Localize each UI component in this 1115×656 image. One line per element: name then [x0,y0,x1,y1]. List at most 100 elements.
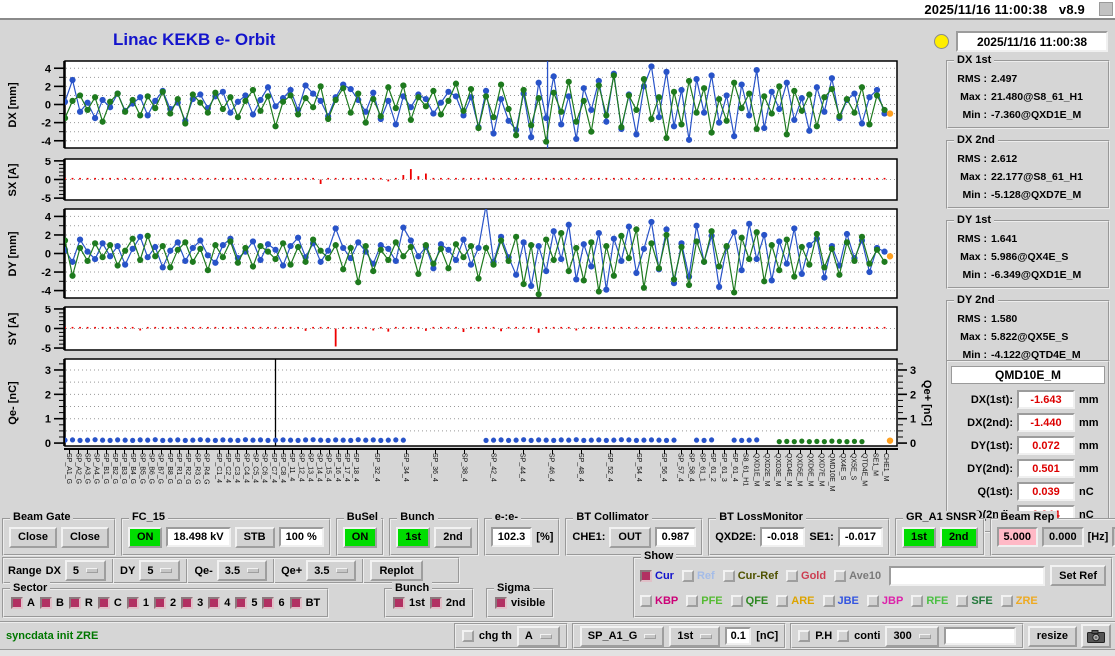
show-group: Show Cur Ref Cur-Ref Gold Ave10 Set Ref KBP PF… [633,550,1113,618]
status-message: syncdata init ZRE [6,630,99,642]
sigma-checkbox-visible[interactable] [495,597,507,609]
chg-th-dropdown[interactable]: A [516,625,560,647]
svg-text:-2: -2 [41,267,51,279]
bpm-label-sp-34-4: SP_34_4 [402,453,410,482]
stat-row: Min : -7.360@QXD1E_M [954,106,1103,124]
set-ref-input[interactable] [889,565,1046,586]
show-label-ref: Ref [696,569,715,582]
show-checkbox-sfe[interactable] [956,594,969,607]
bpm-label-sp-36-4: SP_36_4 [431,453,439,482]
stat-box-title: DX 1st [954,54,995,66]
fc-15-18-498-kv-field: 18.498 kV [166,527,231,547]
points-dropdown[interactable]: 300 [885,625,939,647]
busel-on-button[interactable]: ON [342,526,378,548]
checkbox-label: 2nd [445,597,466,609]
fc-15-on-button[interactable]: ON [127,526,163,548]
bunch-item-2nd: 2nd [429,597,466,609]
gr-a1-snsr-1st-button[interactable]: 1st [902,526,936,548]
sigma-group: Sigma visible [486,582,555,618]
show-item-ave10: Ave10 [834,569,881,582]
show-item-are: ARE [776,594,815,607]
show-checkbox-gold[interactable] [786,569,799,582]
svg-text:-4: -4 [41,136,52,148]
range-replot-button[interactable]: Replot [370,560,423,581]
sector-checkbox-c[interactable] [97,597,110,609]
sector-checkbox-b[interactable] [39,597,52,609]
chart-qe: 0 1 2 3 Qe- [nC] 0 1 2 3 Qe+ [nC] [7,358,932,448]
monitor-dropdown[interactable]: SP_A1_G [579,625,665,647]
bt-collimator-che1-label: CHE1: [572,531,606,543]
range-3-5-dropdown[interactable]: 3.5 [306,560,357,581]
ph-checkbox[interactable] [798,630,811,642]
camera-button[interactable] [1081,624,1111,648]
set-ref-button[interactable]: Set Ref [1050,565,1107,586]
bpm-label-sp-c3-4: SP_C3_4 [233,453,241,483]
range-5-dropdown[interactable]: 5 [139,560,181,581]
range-3-5-dropdown[interactable]: 3.5 [216,560,268,581]
show-checkbox-jbe[interactable] [822,594,835,607]
bunch-dropdown-value: 1st [677,630,694,642]
show-checkbox-are[interactable] [776,594,789,607]
sector-checkbox-5[interactable] [235,597,248,609]
show-row-1: Cur Ref Cur-Ref Gold Ave10 Set Ref [640,563,1107,588]
e-e-102-3-field: 102.3 [490,527,533,547]
sector-checkbox-4[interactable] [208,597,221,609]
bunch-2nd-button[interactable]: 2nd [434,526,472,548]
stat-label: Max : [960,91,987,103]
show-checkbox-cur-ref[interactable] [722,569,735,582]
resize-button[interactable]: resize [1027,625,1077,647]
bunch-checkbox-2nd[interactable] [429,597,442,609]
show-checkbox-pfe[interactable] [686,594,699,607]
show-checkbox-ave10[interactable] [834,569,847,582]
svg-text:5: 5 [45,158,51,168]
range-5-dropdown[interactable]: 5 [64,560,107,581]
bunch-checkbox-group: Bunch 1st 2nd [384,582,475,618]
sector-checkbox-3[interactable] [181,597,194,609]
svg-text:DY [mm]: DY [mm] [7,231,19,276]
gr-a1-snsr-group: GR_A1 SNSR 1st 2nd [895,511,985,556]
bpm-label-sp-c8-4: SP_C8_4 [278,453,286,483]
monitor-row: DX(1st): -1.643 mm [951,388,1105,411]
monitor-row-label: DY(1st): [970,439,1013,452]
show-checkbox-jbp[interactable] [866,594,879,607]
bt-collimator-out-button[interactable]: OUT [609,526,651,548]
beam-gate-close-button[interactable]: Close [9,526,57,548]
range-range-label: Range [8,564,42,577]
show-checkbox-zre[interactable] [1000,594,1013,607]
fc-15-stb-button[interactable]: STB [234,526,275,548]
chg-th-checkbox[interactable] [461,630,474,642]
beam-gate-close-button[interactable]: Close [60,526,109,548]
stat-value: 1.580 [991,313,1018,325]
show-checkbox-cur[interactable] [640,569,652,582]
dropdown-indicator-icon [539,633,552,639]
sector-checkbox-bt[interactable] [289,597,302,609]
sector-checkbox-2[interactable] [153,597,166,609]
show-checkbox-kbp[interactable] [640,594,652,607]
monitor-row-unit: mm [1079,393,1099,406]
bunch-dropdown[interactable]: 1st [669,625,721,647]
sector-checkbox-6[interactable] [262,597,275,609]
show-checkbox-qfe[interactable] [730,594,743,607]
show-label-cur-ref: Cur-Ref [737,569,779,582]
sector-checkbox-r[interactable] [68,597,81,609]
conti-checkbox[interactable] [837,630,850,642]
range-qe-label: Qe- [194,564,213,577]
svg-text:0: 0 [910,438,916,448]
show-checkbox-ref[interactable] [681,569,694,582]
bunch-1st-button[interactable]: 1st [396,526,431,548]
charge-threshold-input[interactable] [725,627,752,645]
bunch-checkbox-1st[interactable] [393,597,405,609]
show-row-2: KBP PFE QFE ARE JBE JBP RFE SFE ZRE [640,588,1106,613]
sector-checkbox-1[interactable] [126,597,139,609]
checkbox-label: 4 [224,597,231,609]
sector-checkbox-a[interactable] [11,597,23,609]
show-item-pfe: PFE [686,594,723,607]
chg-th-label: chg th [478,630,512,642]
gr-a1-snsr-2nd-button[interactable]: 2nd [939,526,978,548]
extra-input[interactable] [943,627,1016,645]
show-checkbox-rfe[interactable] [911,594,924,607]
bpm-label-sp-b2-g: SP_B2_G [110,453,118,485]
checkbox-label: R [84,597,93,609]
bpm-label-sp-61-2: SP_61_2 [709,453,717,482]
beam-rep-group-title: Beam Rep [997,511,1058,523]
